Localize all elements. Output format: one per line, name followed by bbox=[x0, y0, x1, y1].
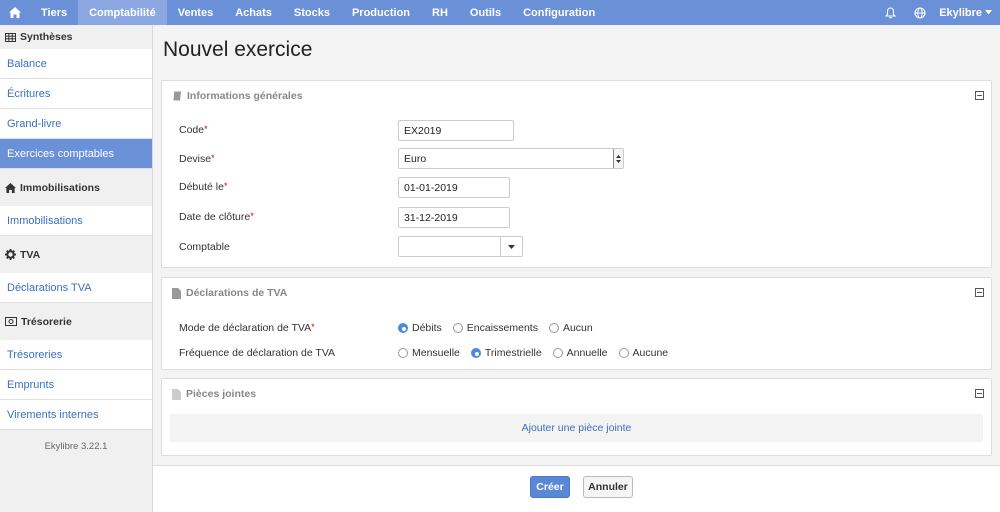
money-icon bbox=[5, 317, 17, 326]
radio[interactable] bbox=[552, 348, 563, 358]
panel-general-info: Informations générales Code* EX2019 Devi… bbox=[161, 80, 992, 268]
sidebar-section-tva: TVA bbox=[0, 236, 152, 273]
create-button[interactable]: Créer bbox=[530, 476, 570, 498]
nav-item-outils[interactable]: Outils bbox=[459, 0, 512, 25]
start-date-label: Débuté le* bbox=[179, 181, 228, 193]
vat-mode-label: Mode de déclaration de TVA* bbox=[179, 322, 315, 334]
currency-value: Euro bbox=[404, 152, 427, 165]
panel-attachments: Pièces jointes Ajouter une pièce jointe bbox=[161, 378, 992, 456]
sidebar-item-balance[interactable]: Balance bbox=[0, 49, 152, 79]
file-icon bbox=[172, 388, 181, 400]
caret-down-icon bbox=[985, 10, 992, 15]
nav-item-achats[interactable]: Achats bbox=[224, 0, 283, 25]
sidebar-section-title: TVA bbox=[20, 248, 41, 261]
radio[interactable] bbox=[452, 323, 463, 333]
main-content: Nouvel exercice Informations générales C… bbox=[153, 25, 1000, 512]
file-icon bbox=[172, 287, 181, 299]
collapse-icon[interactable] bbox=[975, 91, 984, 100]
vat-frequency-option-aucune[interactable]: Aucune bbox=[618, 347, 668, 359]
nav-item-production[interactable]: Production bbox=[341, 0, 421, 25]
gear-icon bbox=[5, 249, 16, 260]
sidebar: Synthèses Balance Écritures Grand-livre … bbox=[0, 25, 153, 512]
sidebar-section-title: Immobilisations bbox=[20, 181, 100, 194]
radio[interactable] bbox=[548, 323, 559, 333]
currency-label: Devise* bbox=[179, 153, 215, 165]
sidebar-section-syntheses: Synthèses bbox=[0, 25, 152, 49]
form-actions: Créer Annuler bbox=[153, 465, 1000, 512]
accountant-label: Comptable bbox=[179, 241, 230, 253]
sidebar-item-tresoreries[interactable]: Trésoreries bbox=[0, 340, 152, 370]
panel-title: Pièces jointes bbox=[186, 388, 257, 400]
caret-down-icon[interactable] bbox=[500, 237, 522, 256]
vat-mode-option-debits[interactable]: Débits bbox=[398, 322, 442, 334]
bell-icon[interactable] bbox=[875, 6, 905, 19]
panel-title: Informations générales bbox=[187, 90, 303, 102]
collapse-icon[interactable] bbox=[975, 288, 984, 297]
sidebar-section-immobilisations: Immobilisations bbox=[0, 169, 152, 206]
globe-icon[interactable] bbox=[905, 6, 935, 19]
sidebar-section-tresorerie: Trésorerie bbox=[0, 303, 152, 340]
sidebar-item-ecritures[interactable]: Écritures bbox=[0, 79, 152, 109]
currency-select[interactable]: Euro bbox=[398, 148, 624, 169]
accountant-select[interactable] bbox=[398, 236, 523, 257]
vat-mode-radio-group: Débits Encaissements Aucun bbox=[398, 322, 604, 334]
nav-item-tiers[interactable]: Tiers bbox=[30, 0, 78, 25]
sidebar-section-title: Synthèses bbox=[20, 31, 73, 43]
sidebar-item-emprunts[interactable]: Emprunts bbox=[0, 370, 152, 400]
sidebar-item-exercices-comptables[interactable]: Exercices comptables bbox=[0, 139, 152, 169]
panel-title: Déclarations de TVA bbox=[186, 287, 288, 299]
radio-checked[interactable] bbox=[398, 323, 408, 333]
nav-item-rh[interactable]: RH bbox=[421, 0, 459, 25]
sidebar-item-immobilisations[interactable]: Immobilisations bbox=[0, 206, 152, 236]
vat-frequency-option-mensuelle[interactable]: Mensuelle bbox=[398, 347, 460, 359]
panel-header[interactable]: Informations générales bbox=[162, 81, 991, 111]
select-arrow-icon bbox=[613, 149, 623, 168]
vat-frequency-label: Fréquence de déclaration de TVA bbox=[179, 347, 336, 359]
cancel-button[interactable]: Annuler bbox=[583, 476, 633, 498]
top-navbar: Tiers Comptabilité Ventes Achats Stocks … bbox=[0, 0, 1000, 25]
vat-frequency-radio-group: Mensuelle Trimestrielle Annuelle Aucune bbox=[398, 347, 679, 359]
user-menu[interactable]: Ekylibre bbox=[935, 7, 1000, 19]
vat-mode-option-aucun[interactable]: Aucun bbox=[548, 322, 593, 334]
end-date-label: Date de clôture* bbox=[179, 211, 254, 223]
vat-mode-option-encaissements[interactable]: Encaissements bbox=[452, 322, 538, 334]
home-icon[interactable] bbox=[0, 0, 30, 25]
collapse-icon[interactable] bbox=[975, 389, 984, 398]
code-input[interactable]: EX2019 bbox=[398, 120, 514, 141]
book-icon bbox=[172, 91, 181, 101]
vat-frequency-option-trimestrielle[interactable]: Trimestrielle bbox=[470, 347, 542, 359]
vat-frequency-option-annuelle[interactable]: Annuelle bbox=[552, 347, 608, 359]
sidebar-section-title: Trésorerie bbox=[21, 315, 72, 328]
end-date-input[interactable]: 31-12-2019 bbox=[398, 207, 510, 228]
app-version: Ekylibre 3.22.1 bbox=[44, 441, 108, 452]
sidebar-item-grand-livre[interactable]: Grand-livre bbox=[0, 109, 152, 139]
home-icon bbox=[5, 182, 16, 193]
code-label: Code* bbox=[179, 124, 208, 136]
nav-item-comptabilite[interactable]: Comptabilité bbox=[78, 0, 167, 25]
start-date-input[interactable]: 01-01-2019 bbox=[398, 177, 510, 198]
radio[interactable] bbox=[398, 348, 408, 358]
table-icon bbox=[5, 32, 16, 42]
nav-item-ventes[interactable]: Ventes bbox=[167, 0, 224, 25]
page-title: Nouvel exercice bbox=[163, 38, 313, 61]
radio-checked[interactable] bbox=[470, 348, 481, 358]
sidebar-item-declarations-tva[interactable]: Déclarations TVA bbox=[0, 273, 152, 303]
add-attachment-link[interactable]: Ajouter une pièce jointe bbox=[170, 414, 983, 442]
sidebar-item-virements-internes[interactable]: Virements internes bbox=[0, 400, 152, 430]
nav-item-configuration[interactable]: Configuration bbox=[512, 0, 606, 25]
radio[interactable] bbox=[618, 348, 629, 358]
panel-header[interactable]: Déclarations de TVA bbox=[162, 278, 991, 308]
user-name: Ekylibre bbox=[939, 6, 982, 19]
panel-vat: Déclarations de TVA Mode de déclaration … bbox=[161, 277, 992, 370]
nav-item-stocks[interactable]: Stocks bbox=[283, 0, 341, 25]
panel-header[interactable]: Pièces jointes bbox=[162, 379, 991, 409]
